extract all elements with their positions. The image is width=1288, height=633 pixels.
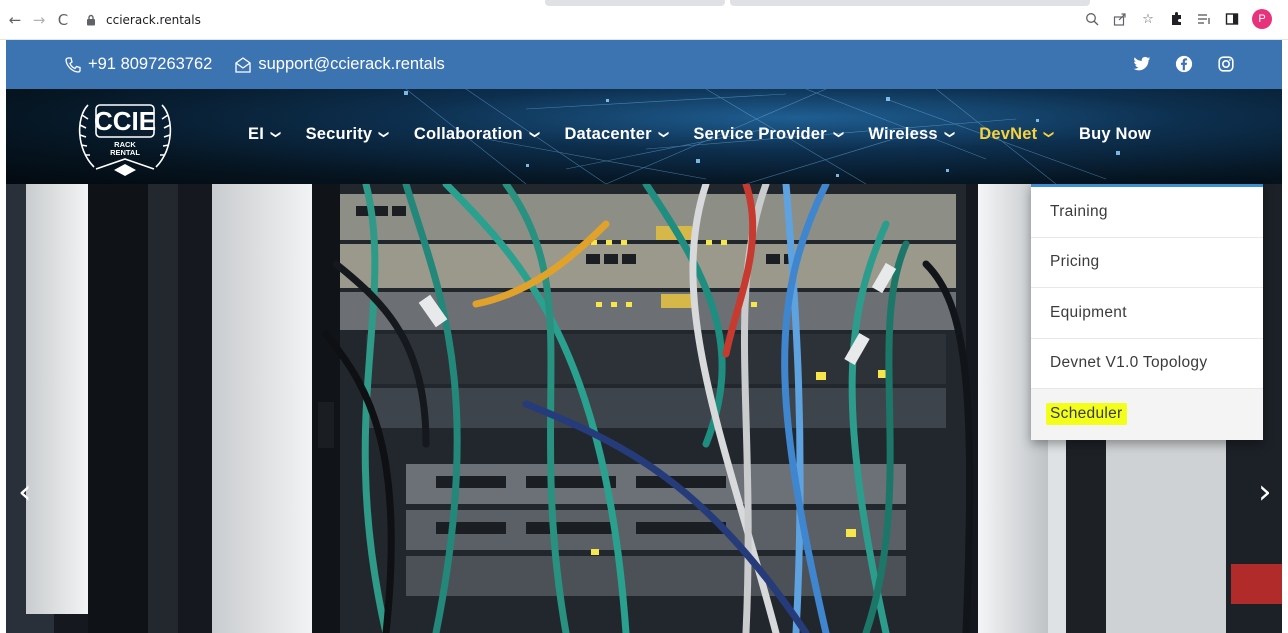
extensions-icon[interactable] — [1168, 11, 1184, 27]
dropdown-item-training[interactable]: Training — [1031, 187, 1263, 238]
email-address: support@ccierack.rentals — [258, 55, 445, 73]
email-contact[interactable]: support@ccierack.rentals — [234, 55, 445, 74]
chevron-down-icon: ❯ — [1043, 130, 1055, 139]
phone-number: +91 8097263762 — [88, 55, 213, 73]
nav-item-wireless[interactable]: Wireless ❯ — [868, 125, 955, 144]
chevron-down-icon: ❯ — [943, 130, 955, 139]
mail-icon — [235, 56, 251, 73]
profile-avatar[interactable]: P — [1252, 9, 1272, 29]
chevron-down-icon: ❯ — [528, 130, 540, 139]
carousel-prev-icon[interactable]: ‹ — [18, 472, 32, 512]
reading-list-icon[interactable] — [1196, 11, 1212, 27]
dropdown-item-pricing[interactable]: Pricing — [1031, 238, 1263, 288]
phone-icon — [65, 56, 81, 73]
nav-item-datacenter[interactable]: Datacenter ❯ — [564, 125, 669, 144]
facebook-icon[interactable] — [1174, 54, 1194, 74]
back-icon[interactable]: ← — [4, 9, 26, 31]
lock-icon — [84, 13, 98, 27]
instagram-icon[interactable] — [1216, 54, 1236, 74]
url-text: ccierack.rentals — [106, 12, 201, 27]
browser-toolbar: ← → C ccierack.rentals ☆ P — [0, 0, 1288, 40]
logo-text-rental: RENTAL — [110, 148, 140, 157]
main-navbar: CCIE RACK RENTAL EI ❯ Security ❯ Collabora… — [6, 89, 1282, 184]
dropdown-item-scheduler[interactable]: Scheduler — [1031, 389, 1263, 440]
dropdown-item-devnet-topology[interactable]: Devnet V1.0 Topology — [1031, 339, 1263, 389]
chevron-down-icon: ❯ — [832, 130, 844, 139]
browser-tab-strip — [545, 0, 725, 6]
dropdown-item-equipment[interactable]: Equipment — [1031, 288, 1263, 339]
chevron-down-icon: ❯ — [657, 130, 669, 139]
highlighted-label: Scheduler — [1046, 403, 1127, 426]
nav-item-collaboration[interactable]: Collaboration ❯ — [414, 125, 540, 144]
nav-item-service-provider[interactable]: Service Provider ❯ — [693, 125, 844, 144]
browser-tab-strip — [730, 0, 1090, 6]
nav-item-ei[interactable]: EI ❯ — [248, 125, 281, 144]
twitter-icon[interactable] — [1132, 54, 1152, 74]
nav-item-devnet[interactable]: DevNet ❯ — [979, 125, 1055, 144]
zoom-icon[interactable] — [1084, 11, 1100, 27]
share-icon[interactable] — [1112, 11, 1128, 27]
ccie-rack-rental-logo[interactable]: CCIE RACK RENTAL — [70, 97, 180, 177]
bookmark-star-icon[interactable]: ☆ — [1140, 11, 1156, 27]
primary-menu: EI ❯ Security ❯ Collaboration ❯ Datacenter ❯… — [248, 125, 1177, 144]
logo-text-main: CCIE — [94, 106, 156, 136]
carousel-next-icon[interactable]: › — [1258, 472, 1272, 512]
address-bar[interactable]: ccierack.rentals — [84, 7, 604, 33]
nav-item-security[interactable]: Security ❯ — [306, 125, 390, 144]
forward-icon[interactable]: → — [28, 9, 50, 31]
nav-item-buy-now[interactable]: Buy Now — [1079, 125, 1151, 144]
chevron-down-icon: ❯ — [378, 130, 390, 139]
devnet-dropdown-menu: Training Pricing Equipment Devnet V1.0 T… — [1031, 184, 1263, 440]
phone-contact[interactable]: +91 8097263762 — [64, 55, 212, 74]
side-panel-icon[interactable] — [1224, 11, 1240, 27]
chevron-down-icon: ❯ — [269, 130, 281, 139]
reload-icon[interactable]: C — [52, 9, 74, 31]
contact-bar: +91 8097263762 support@ccierack.rentals — [6, 40, 1282, 89]
